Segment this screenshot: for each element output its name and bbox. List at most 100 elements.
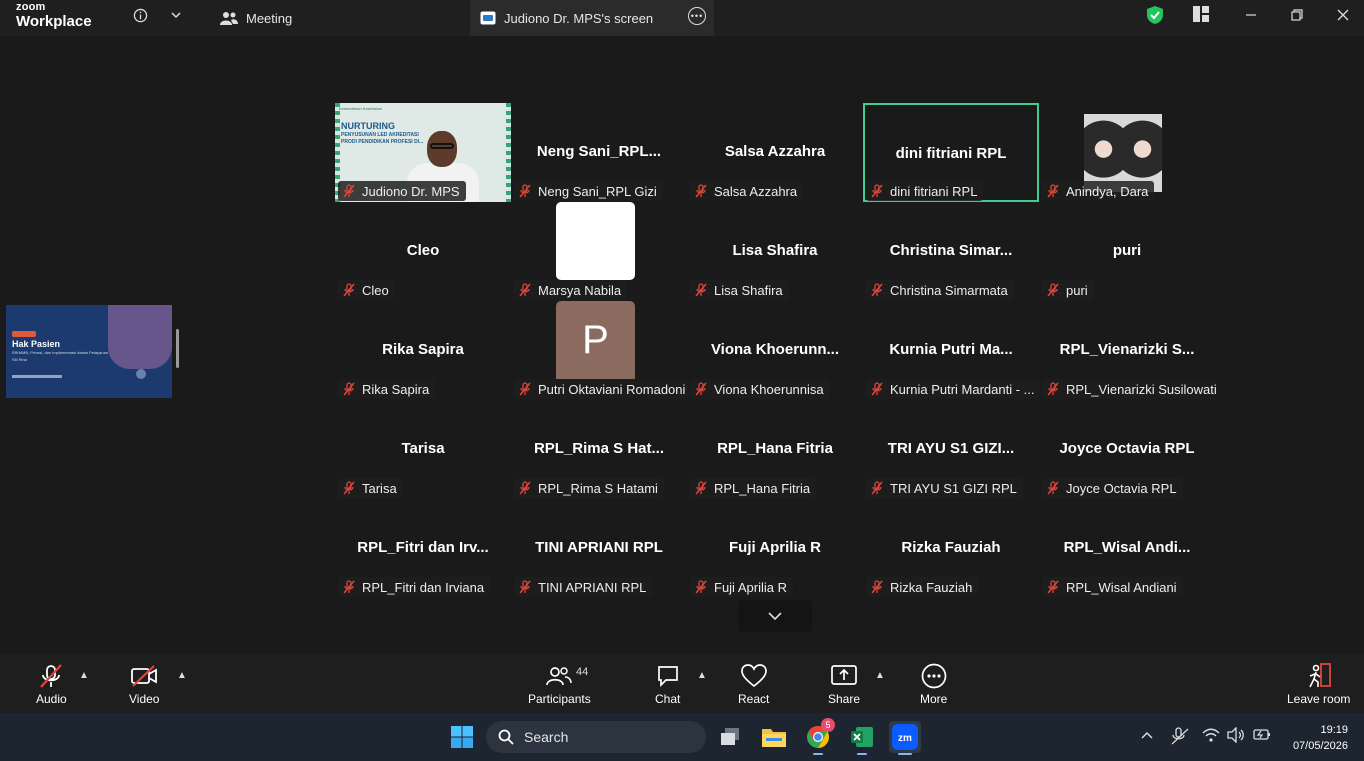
view-layout-icon[interactable] — [1190, 3, 1212, 25]
battery-icon[interactable] — [1253, 727, 1271, 744]
leave-label: Leave room — [1287, 692, 1351, 706]
chat-options-caret[interactable]: ▲ — [697, 670, 707, 681]
participant-tile[interactable]: TINI APRIANI RPL TINI APRIANI RPL — [511, 499, 687, 598]
chrome-button[interactable]: 5 — [802, 718, 835, 755]
participant-tile[interactable]: Marsya Nabila — [511, 202, 687, 301]
mic-muted-icon — [1047, 580, 1059, 594]
participant-name: Joyce Octavia RPL — [1059, 440, 1195, 457]
react-button[interactable]: React — [738, 662, 769, 706]
tab-shared-screen[interactable]: Judiono Dr. MPS's screen ••• — [470, 0, 714, 36]
svg-text:zm: zm — [898, 733, 912, 744]
participant-label-text: Viona Khoerunnisa — [714, 381, 824, 397]
participant-label: Lisa Shafira — [690, 280, 789, 300]
audio-options-caret[interactable]: ▲ — [79, 670, 89, 681]
participant-name: Rizka Fauziah — [901, 539, 1001, 556]
participant-tile[interactable]: Fuji Aprilia R Fuji Aprilia R — [687, 499, 863, 598]
chat-button[interactable]: Chat — [655, 662, 680, 706]
participant-tile[interactable]: Salsa Azzahra Salsa Azzahra — [687, 103, 863, 202]
participant-tile[interactable]: Viona Khoerunn... Viona Khoerunnisa — [687, 301, 863, 400]
participant-tile[interactable]: Christina Simar... Christina Simarmata — [863, 202, 1039, 301]
participant-tile[interactable]: RPL_Wisal Andi... RPL_Wisal Andiani — [1039, 499, 1215, 598]
chevron-down-icon[interactable] — [165, 4, 187, 26]
file-explorer-button[interactable] — [758, 721, 790, 753]
participant-label-text: Christina Simarmata — [890, 282, 1008, 298]
resize-handle[interactable] — [176, 329, 179, 368]
participant-label: Rika Sapira — [338, 379, 436, 399]
participant-label-text: RPL_Hana Fitria — [714, 480, 811, 496]
participant-tile[interactable]: P Putri Oktaviani Romadoni — [511, 301, 688, 400]
leave-icon — [1306, 662, 1332, 690]
participant-tile[interactable]: RPL_Fitri dan Irv... RPL_Fitri dan Irvian… — [335, 499, 511, 598]
close-button[interactable] — [1320, 0, 1364, 30]
windows-logo-icon — [451, 726, 473, 748]
participant-avatar — [556, 202, 635, 280]
participant-label: RPL_Hana Fitria — [690, 478, 817, 498]
participant-name: Lisa Shafira — [732, 242, 818, 259]
mic-muted-icon — [871, 184, 883, 198]
restore-button[interactable] — [1274, 0, 1320, 30]
participant-tile[interactable]: Kementerian Kesehatan NURTURING PENYUSUNAN… — [335, 103, 511, 202]
system-clock[interactable]: 19:19 07/05/2026 — [1293, 722, 1348, 754]
participant-name: RPL_Fitri dan Irv... — [357, 539, 489, 556]
participant-tile[interactable]: dini fitriani RPL dini fitriani RPL — [863, 103, 1039, 202]
participant-tile[interactable]: Cleo Cleo — [335, 202, 511, 301]
info-icon[interactable] — [129, 4, 151, 26]
mic-muted-icon — [343, 382, 355, 396]
participant-label-text: Anindya, Dara — [1066, 183, 1149, 199]
share-button[interactable]: Share — [828, 662, 860, 706]
shared-screen-thumbnail[interactable]: Hak Pasien RIKMMB, Privasi, dan Implemen… — [6, 305, 172, 398]
windows-start-button[interactable] — [446, 721, 478, 753]
wifi-icon[interactable] — [1202, 727, 1220, 746]
participant-label-text: Tarisa — [362, 480, 397, 496]
thumbnail-bar — [12, 375, 62, 378]
mic-tray-icon[interactable] — [1170, 727, 1190, 748]
leave-room-button[interactable]: Leave room — [1287, 662, 1350, 706]
participant-label-text: Fuji Aprilia R — [714, 579, 787, 595]
participant-tile[interactable]: RPL_Hana Fitria RPL_Hana Fitria — [687, 400, 863, 499]
participant-tile[interactable]: Joyce Octavia RPL Joyce Octavia RPL — [1039, 400, 1215, 499]
chrome-notification-badge: 5 — [821, 718, 835, 732]
participant-tile[interactable]: TRI AYU S1 GIZI... TRI AYU S1 GIZI RPL — [863, 400, 1039, 499]
participant-name: RPL_Vienarizki S... — [1059, 341, 1195, 358]
participant-tile[interactable]: Neng Sani_RPL... Neng Sani_RPL Gizi — [511, 103, 687, 202]
mic-muted-icon — [871, 382, 883, 396]
shield-icon[interactable] — [1144, 4, 1166, 26]
share-options-caret[interactable]: ▲ — [875, 670, 885, 681]
video-options-caret[interactable]: ▲ — [177, 670, 187, 681]
participant-tile[interactable]: Tarisa Tarisa — [335, 400, 511, 499]
running-indicator — [898, 753, 912, 755]
participant-tile[interactable]: puri puri — [1039, 202, 1215, 301]
tab-meeting[interactable]: Meeting — [206, 0, 468, 36]
video-button[interactable]: Video — [129, 662, 159, 706]
more-icon — [921, 662, 947, 690]
chevron-up-icon — [1141, 731, 1153, 739]
show-hidden-icons-button[interactable] — [1141, 729, 1153, 743]
volume-icon[interactable] — [1227, 726, 1245, 746]
scroll-down-button[interactable] — [738, 600, 812, 632]
zoom-taskbar-button[interactable]: zm — [889, 721, 921, 755]
participant-label: TINI APRIANI RPL — [514, 577, 653, 597]
participant-tile[interactable]: RPL_Vienarizki S... RPL_Vienarizki Susilo… — [1039, 301, 1216, 400]
more-options-icon[interactable]: ••• — [688, 7, 706, 25]
minimize-button[interactable] — [1228, 0, 1274, 30]
participant-tile[interactable]: Rizka Fauziah Rizka Fauziah — [863, 499, 1039, 598]
more-button[interactable]: More — [920, 662, 947, 706]
participant-tile[interactable]: Kurnia Putri Ma... Kurnia Putri Mardanti … — [863, 301, 1040, 400]
participant-label: RPL_Vienarizki Susilowati... — [1042, 379, 1216, 399]
participant-label-text: Marsya Nabila — [538, 282, 622, 298]
participant-label-text: Rika Sapira — [362, 381, 430, 397]
participant-tile[interactable]: RPL_Rima S Hat... RPL_Rima S Hatami — [511, 400, 687, 499]
excel-button[interactable] — [846, 721, 878, 755]
participant-tile[interactable]: Lisa Shafira Lisa Shafira — [687, 202, 863, 301]
mic-muted-icon — [343, 481, 355, 495]
mic-muted-icon — [1047, 184, 1059, 198]
mic-muted-icon — [519, 481, 531, 495]
participant-initial-avatar: P — [556, 301, 635, 379]
zoom-app-icon: zm — [892, 724, 918, 750]
audio-button[interactable]: Audio — [36, 662, 67, 706]
task-view-button[interactable] — [714, 721, 746, 753]
taskbar-search[interactable]: Search — [486, 721, 706, 753]
participant-tile[interactable]: Anindya, Dara — [1039, 103, 1215, 202]
participant-label: Putri Oktaviani Romadoni — [514, 379, 688, 399]
participant-tile[interactable]: Rika Sapira Rika Sapira — [335, 301, 511, 400]
